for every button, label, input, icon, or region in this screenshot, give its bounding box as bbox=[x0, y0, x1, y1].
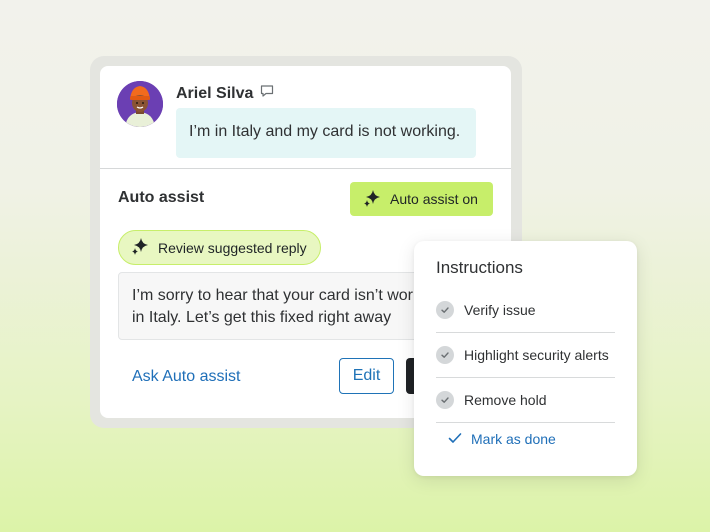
instructions-panel: Instructions Verify issue Highlight secu… bbox=[414, 241, 637, 476]
check-circle-icon bbox=[436, 301, 454, 319]
instruction-item-label: Verify issue bbox=[464, 302, 536, 318]
instructions-title: Instructions bbox=[436, 258, 523, 277]
sparkle-icon bbox=[130, 236, 150, 259]
divider bbox=[100, 168, 511, 169]
auto-assist-title: Auto assist bbox=[118, 189, 205, 206]
auto-assist-toggle-button[interactable]: Auto assist on bbox=[350, 182, 493, 216]
sender-header: Ariel Silva bbox=[176, 83, 275, 104]
mark-as-done-label: Mark as done bbox=[471, 431, 556, 447]
sender-name: Ariel Silva bbox=[176, 84, 254, 102]
checkmark-icon bbox=[448, 431, 462, 447]
auto-assist-toggle-label: Auto assist on bbox=[390, 191, 478, 207]
review-suggested-reply-button[interactable]: Review suggested reply bbox=[118, 230, 321, 265]
instruction-item-highlight-security-alerts[interactable]: Highlight security alerts bbox=[436, 333, 615, 378]
sparkle-icon bbox=[362, 188, 382, 211]
edit-button[interactable]: Edit bbox=[339, 358, 394, 394]
instruction-item-label: Highlight security alerts bbox=[464, 347, 609, 363]
check-circle-icon bbox=[436, 346, 454, 364]
instruction-item-remove-hold[interactable]: Remove hold bbox=[436, 378, 615, 423]
instruction-item-verify-issue[interactable]: Verify issue bbox=[436, 288, 615, 333]
instruction-item-label: Remove hold bbox=[464, 392, 547, 408]
check-circle-icon bbox=[436, 391, 454, 409]
avatar bbox=[117, 81, 163, 127]
mark-as-done-button[interactable]: Mark as done bbox=[448, 431, 556, 447]
customer-message: I’m in Italy and my card is not working. bbox=[176, 108, 476, 158]
ask-auto-assist-link[interactable]: Ask Auto assist bbox=[132, 368, 241, 386]
review-suggested-reply-label: Review suggested reply bbox=[158, 239, 307, 256]
chat-bubble-icon bbox=[259, 83, 275, 104]
